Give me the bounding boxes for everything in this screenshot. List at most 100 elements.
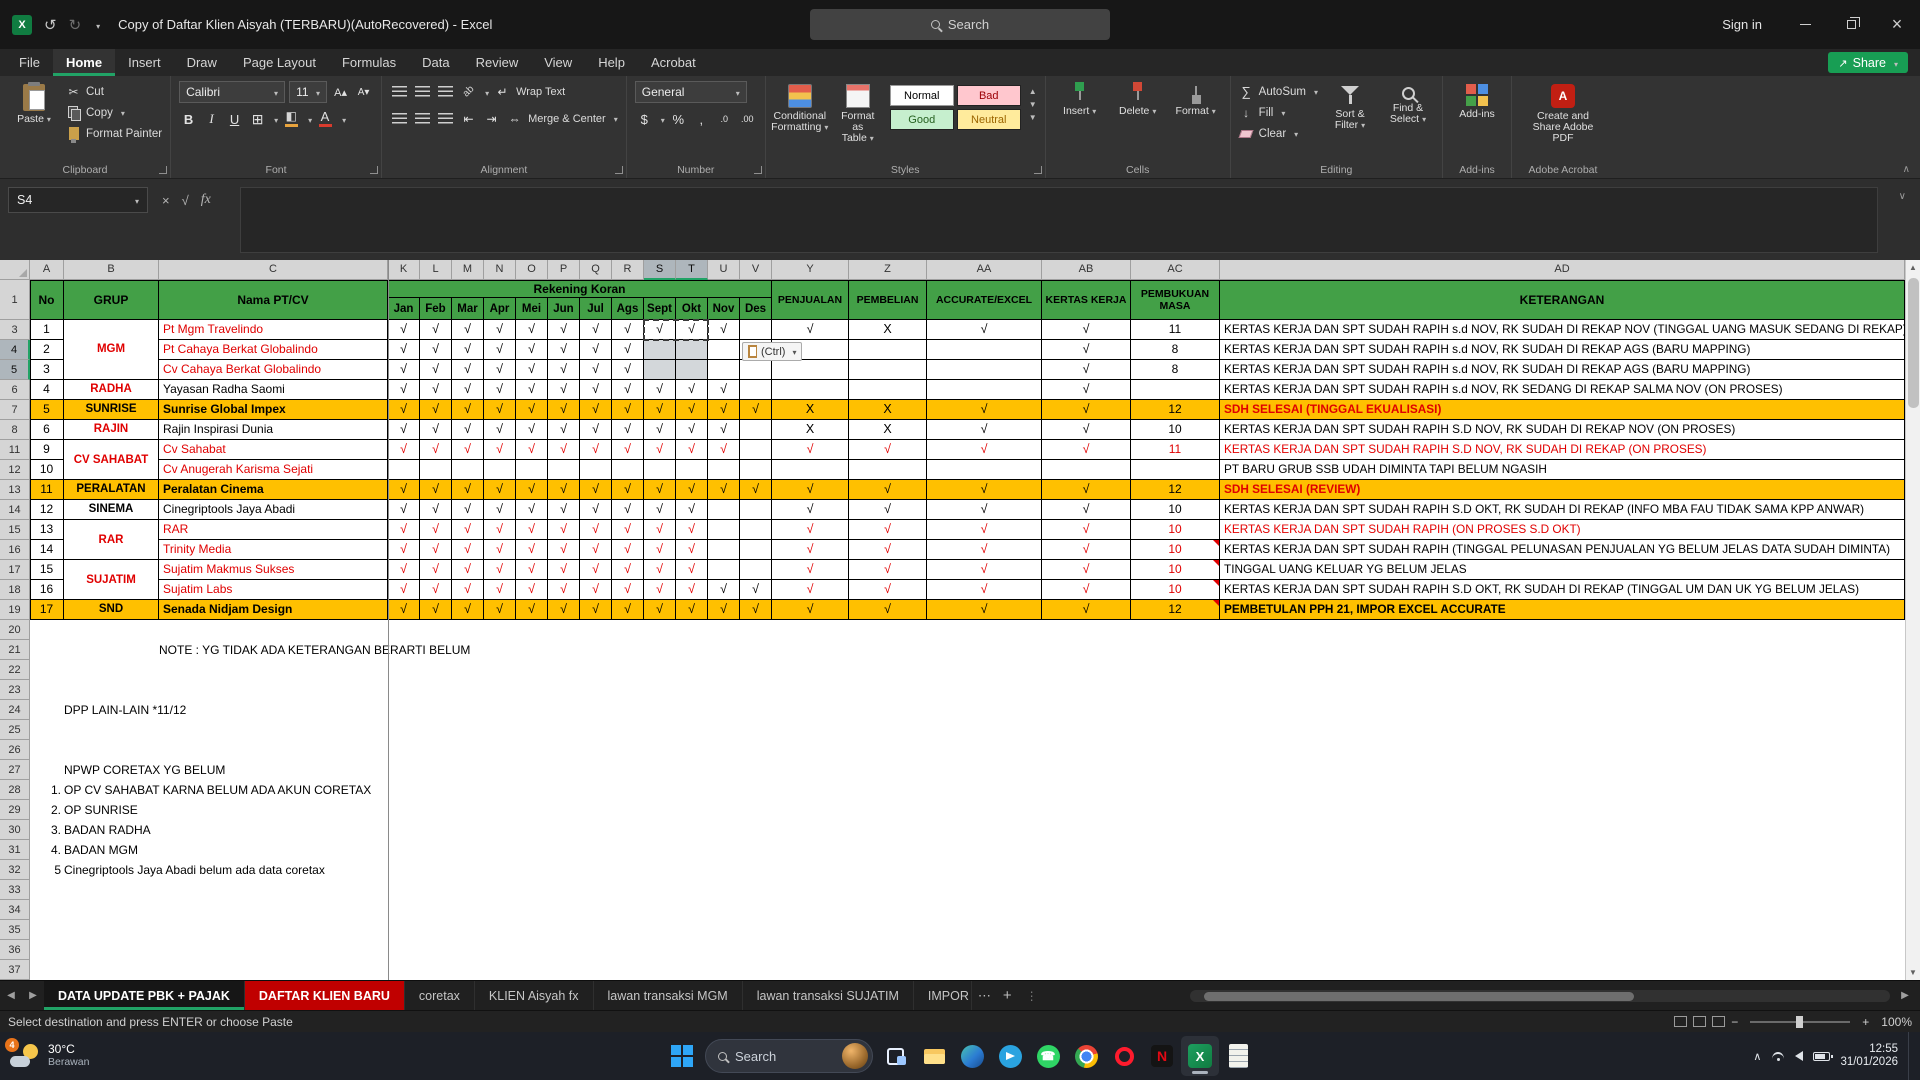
cell-M8[interactable]: √	[452, 420, 484, 440]
cell-K16[interactable]: √	[388, 540, 420, 560]
select-all-corner[interactable]	[0, 260, 30, 280]
row-header-12[interactable]: 12	[0, 460, 30, 480]
cell-M18[interactable]: √	[452, 580, 484, 600]
cell-AA5[interactable]	[927, 360, 1042, 380]
cell-N3[interactable]: √	[484, 320, 516, 340]
cell-T5[interactable]	[676, 360, 708, 380]
cell-Z6[interactable]	[849, 380, 927, 400]
row-header-16[interactable]: 16	[0, 540, 30, 560]
decrease-decimal-icon[interactable]	[738, 109, 757, 129]
taskbar-app-edge[interactable]	[953, 1036, 991, 1076]
cell-N7[interactable]: √	[484, 400, 516, 420]
ribbon-tab-help[interactable]: Help	[585, 49, 638, 76]
cell-AB7[interactable]: √	[1042, 400, 1131, 420]
cell-AD15[interactable]: KERTAS KERJA DAN SPT SUDAH RAPIH (ON PRO…	[1220, 520, 1905, 540]
sheet-tab-data-update-pbk-pajak[interactable]: DATA UPDATE PBK + PAJAK	[44, 981, 245, 1010]
cell-L13[interactable]: √	[420, 480, 452, 500]
cell-T8[interactable]: √	[676, 420, 708, 440]
more-sheets-icon[interactable]	[978, 988, 991, 1004]
cell-P16[interactable]: √	[548, 540, 580, 560]
share-button[interactable]: Share	[1828, 52, 1908, 73]
cell-O11[interactable]: √	[516, 440, 548, 460]
cell-S11[interactable]: √	[644, 440, 676, 460]
cell-S19[interactable]: √	[644, 600, 676, 620]
cell-N19[interactable]: √	[484, 600, 516, 620]
cell-Q4[interactable]: √	[580, 340, 612, 360]
cell-O6[interactable]: √	[516, 380, 548, 400]
row-header-26[interactable]: 26	[0, 740, 30, 760]
cell-style-neutral[interactable]: Neutral	[956, 109, 1021, 130]
align-right-icon[interactable]	[436, 109, 455, 129]
row-header-31[interactable]: 31	[0, 840, 30, 860]
new-sheet-button[interactable]	[1003, 987, 1012, 1004]
column-header-A[interactable]: A	[30, 260, 64, 280]
cell-C3[interactable]: Pt Mgm Travelindo	[159, 320, 388, 340]
row-header-25[interactable]: 25	[0, 720, 30, 740]
row-header-37[interactable]: 37	[0, 960, 30, 980]
cell-AA16[interactable]: √	[927, 540, 1042, 560]
cell-L16[interactable]: √	[420, 540, 452, 560]
note-row29-B[interactable]: OP SUNRISE	[64, 800, 764, 820]
row-header-35[interactable]: 35	[0, 920, 30, 940]
cell-R16[interactable]: √	[612, 540, 644, 560]
cell-AD12[interactable]: PT BARU GRUB SSB UDAH DIMINTA TAPI BELUM…	[1220, 460, 1905, 480]
taskbar-app-excel[interactable]	[1181, 1036, 1219, 1076]
align-middle-icon[interactable]	[413, 82, 432, 102]
create-pdf-button[interactable]: Create and Share Adobe PDF	[1520, 81, 1606, 147]
cell-A3[interactable]: 1	[30, 320, 64, 340]
cell-K6[interactable]: √	[388, 380, 420, 400]
find-select-button[interactable]: Find & Select	[1382, 81, 1434, 128]
cell-N17[interactable]: √	[484, 560, 516, 580]
cell-R18[interactable]: √	[612, 580, 644, 600]
cell-A8[interactable]: 6	[30, 420, 64, 440]
increase-font-size-icon[interactable]	[331, 82, 350, 102]
header-grup[interactable]: GRUP	[64, 280, 159, 320]
cell-P19[interactable]: √	[548, 600, 580, 620]
column-header-V[interactable]: V	[740, 260, 772, 280]
cell-R8[interactable]: √	[612, 420, 644, 440]
sheet-scroll-left-icon[interactable]	[0, 990, 22, 1001]
fill-color-icon[interactable]	[284, 109, 300, 127]
row-header-36[interactable]: 36	[0, 940, 30, 960]
cell-AB5[interactable]: √	[1042, 360, 1131, 380]
column-header-Q[interactable]: Q	[580, 260, 612, 280]
zoom-out-icon[interactable]	[1731, 1015, 1738, 1029]
percent-style-icon[interactable]	[669, 109, 688, 129]
cell-R14[interactable]: √	[612, 500, 644, 520]
column-header-M[interactable]: M	[452, 260, 484, 280]
cell-AB15[interactable]: √	[1042, 520, 1131, 540]
cell-AA8[interactable]: √	[927, 420, 1042, 440]
cell-Y6[interactable]	[772, 380, 849, 400]
taskbar-app-file-explorer[interactable]	[915, 1036, 953, 1076]
cell-AD11[interactable]: KERTAS KERJA DAN SPT SUDAH RAPIH S.D NOV…	[1220, 440, 1905, 460]
cell-AD13[interactable]: SDH SELESAI (REVIEW)	[1220, 480, 1905, 500]
cell-AC4[interactable]: 8	[1131, 340, 1220, 360]
sheet-tab-coretax[interactable]: coretax	[405, 981, 475, 1010]
cell-AB12[interactable]	[1042, 460, 1131, 480]
cell-N18[interactable]: √	[484, 580, 516, 600]
cell-Q18[interactable]: √	[580, 580, 612, 600]
cell-Q17[interactable]: √	[580, 560, 612, 580]
cell-B14[interactable]: SINEMA	[64, 500, 159, 520]
cell-M7[interactable]: √	[452, 400, 484, 420]
cell-Z3[interactable]: X	[849, 320, 927, 340]
cell-C8[interactable]: Rajin Inspirasi Dunia	[159, 420, 388, 440]
row-header-32[interactable]: 32	[0, 860, 30, 880]
header-accurate-excel[interactable]: ACCURATE/EXCEL	[927, 280, 1042, 320]
cell-O14[interactable]: √	[516, 500, 548, 520]
cell-V14[interactable]	[740, 500, 772, 520]
header-month-mar[interactable]: Mar	[452, 298, 484, 320]
cell-A12[interactable]: 10	[30, 460, 64, 480]
cell-S16[interactable]: √	[644, 540, 676, 560]
ribbon-tab-acrobat[interactable]: Acrobat	[638, 49, 709, 76]
titlebar-search-box[interactable]: Search	[810, 9, 1110, 40]
note-row32-B[interactable]: Cinegriptools Jaya Abadi belum ada data …	[64, 860, 764, 880]
cell-T6[interactable]: √	[676, 380, 708, 400]
cell-N12[interactable]	[484, 460, 516, 480]
show-desktop-button[interactable]	[1908, 1032, 1912, 1080]
cell-C12[interactable]: Cv Anugerah Karisma Sejati	[159, 460, 388, 480]
cell-N8[interactable]: √	[484, 420, 516, 440]
header-kertas-kerja[interactable]: KERTAS KERJA	[1042, 280, 1131, 320]
cell-O17[interactable]: √	[516, 560, 548, 580]
header-month-jul[interactable]: Jul	[580, 298, 612, 320]
